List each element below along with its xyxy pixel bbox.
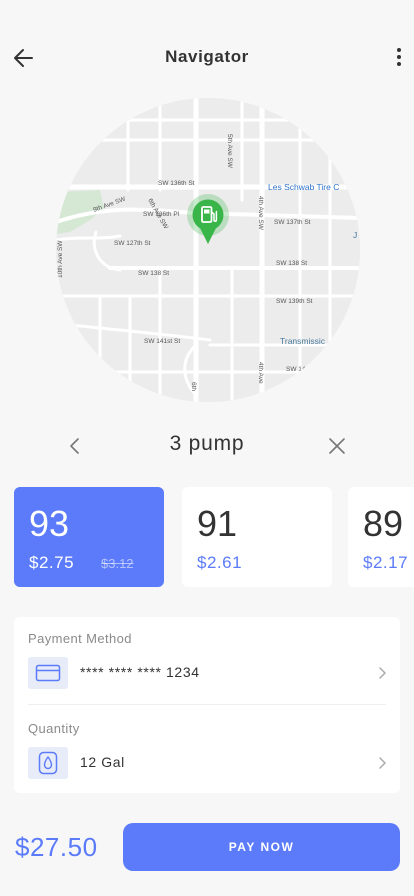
quantity-value: 12 Gal [80, 754, 125, 770]
fuel-price: $2.61 [197, 553, 243, 572]
fuel-grade: 93 [29, 503, 70, 544]
page-title: Navigator [165, 47, 249, 66]
card-number: **** **** **** 1234 [80, 664, 200, 680]
card-icon-box [28, 657, 68, 689]
total-amount: $27.50 [15, 832, 98, 862]
place-label-les-schwab: Les Schwab Tire C [268, 182, 339, 192]
fuel-station-icon[interactable] [186, 194, 230, 246]
quantity-label: Quantity [28, 721, 80, 736]
fuel-card-89[interactable]: 89 $2.17 [348, 487, 414, 587]
close-icon[interactable] [324, 433, 350, 459]
street-label-sw138b: SW 138 St [276, 260, 307, 267]
street-label-sw136: SW 136th St [158, 180, 195, 187]
map-view[interactable]: SW 136th St SW 136th Pl SW 137th St SW 1… [56, 98, 360, 402]
place-label-transmission: Transmissic [280, 336, 326, 346]
street-label-sw138a: SW 138 St [138, 270, 169, 277]
quantity-icon-box [28, 747, 68, 779]
credit-card-icon [35, 664, 61, 682]
fuel-card-91[interactable]: 91 $2.61 [182, 487, 332, 587]
chevron-right-icon [379, 757, 386, 769]
street-label-sw127: SW 127th St [114, 240, 151, 247]
fuel-price: $2.17 [363, 553, 409, 572]
pump-label: 3 pump [169, 432, 245, 455]
street-label-sw139: SW 139th St [276, 298, 313, 305]
fuel-price: $2.75 [29, 553, 75, 572]
street-label-sw141: SW 141st St [144, 338, 180, 345]
street-label-ave5: 5th Ave SW [226, 134, 233, 169]
fuel-grade: 89 [363, 503, 404, 544]
fuel-grade: 91 [197, 503, 238, 544]
street-label-ave6b: 6th [190, 382, 197, 391]
street-label-sw142: SW 142nd [286, 366, 317, 373]
street-label-ave10: 10th Ave SW [57, 240, 64, 278]
divider [28, 704, 386, 705]
more-vertical-icon[interactable] [392, 44, 406, 72]
pay-now-button[interactable]: PAY NOW [123, 823, 400, 871]
quantity-row[interactable]: 12 Gal [14, 743, 400, 783]
payment-method-label: Payment Method [28, 631, 132, 646]
payment-method-row[interactable]: **** **** **** 1234 [14, 653, 400, 693]
fuel-drop-icon [38, 751, 58, 775]
map-canvas: SW 136th St SW 136th Pl SW 137th St SW 1… [56, 98, 360, 402]
street-label-ave4a: 4th Ave SW [257, 196, 264, 231]
fuel-card-93[interactable]: 93 $2.75 $3.12 [14, 487, 164, 587]
street-label-ave4b: 4th Ave [257, 362, 264, 384]
place-label-j: J [353, 230, 357, 240]
chevron-right-icon [379, 667, 386, 679]
street-label-sw137: SW 137th St [274, 219, 311, 226]
fuel-old-price: $3.12 [101, 556, 134, 571]
payment-panel: Payment Method **** **** **** 1234 Quant… [14, 617, 400, 793]
